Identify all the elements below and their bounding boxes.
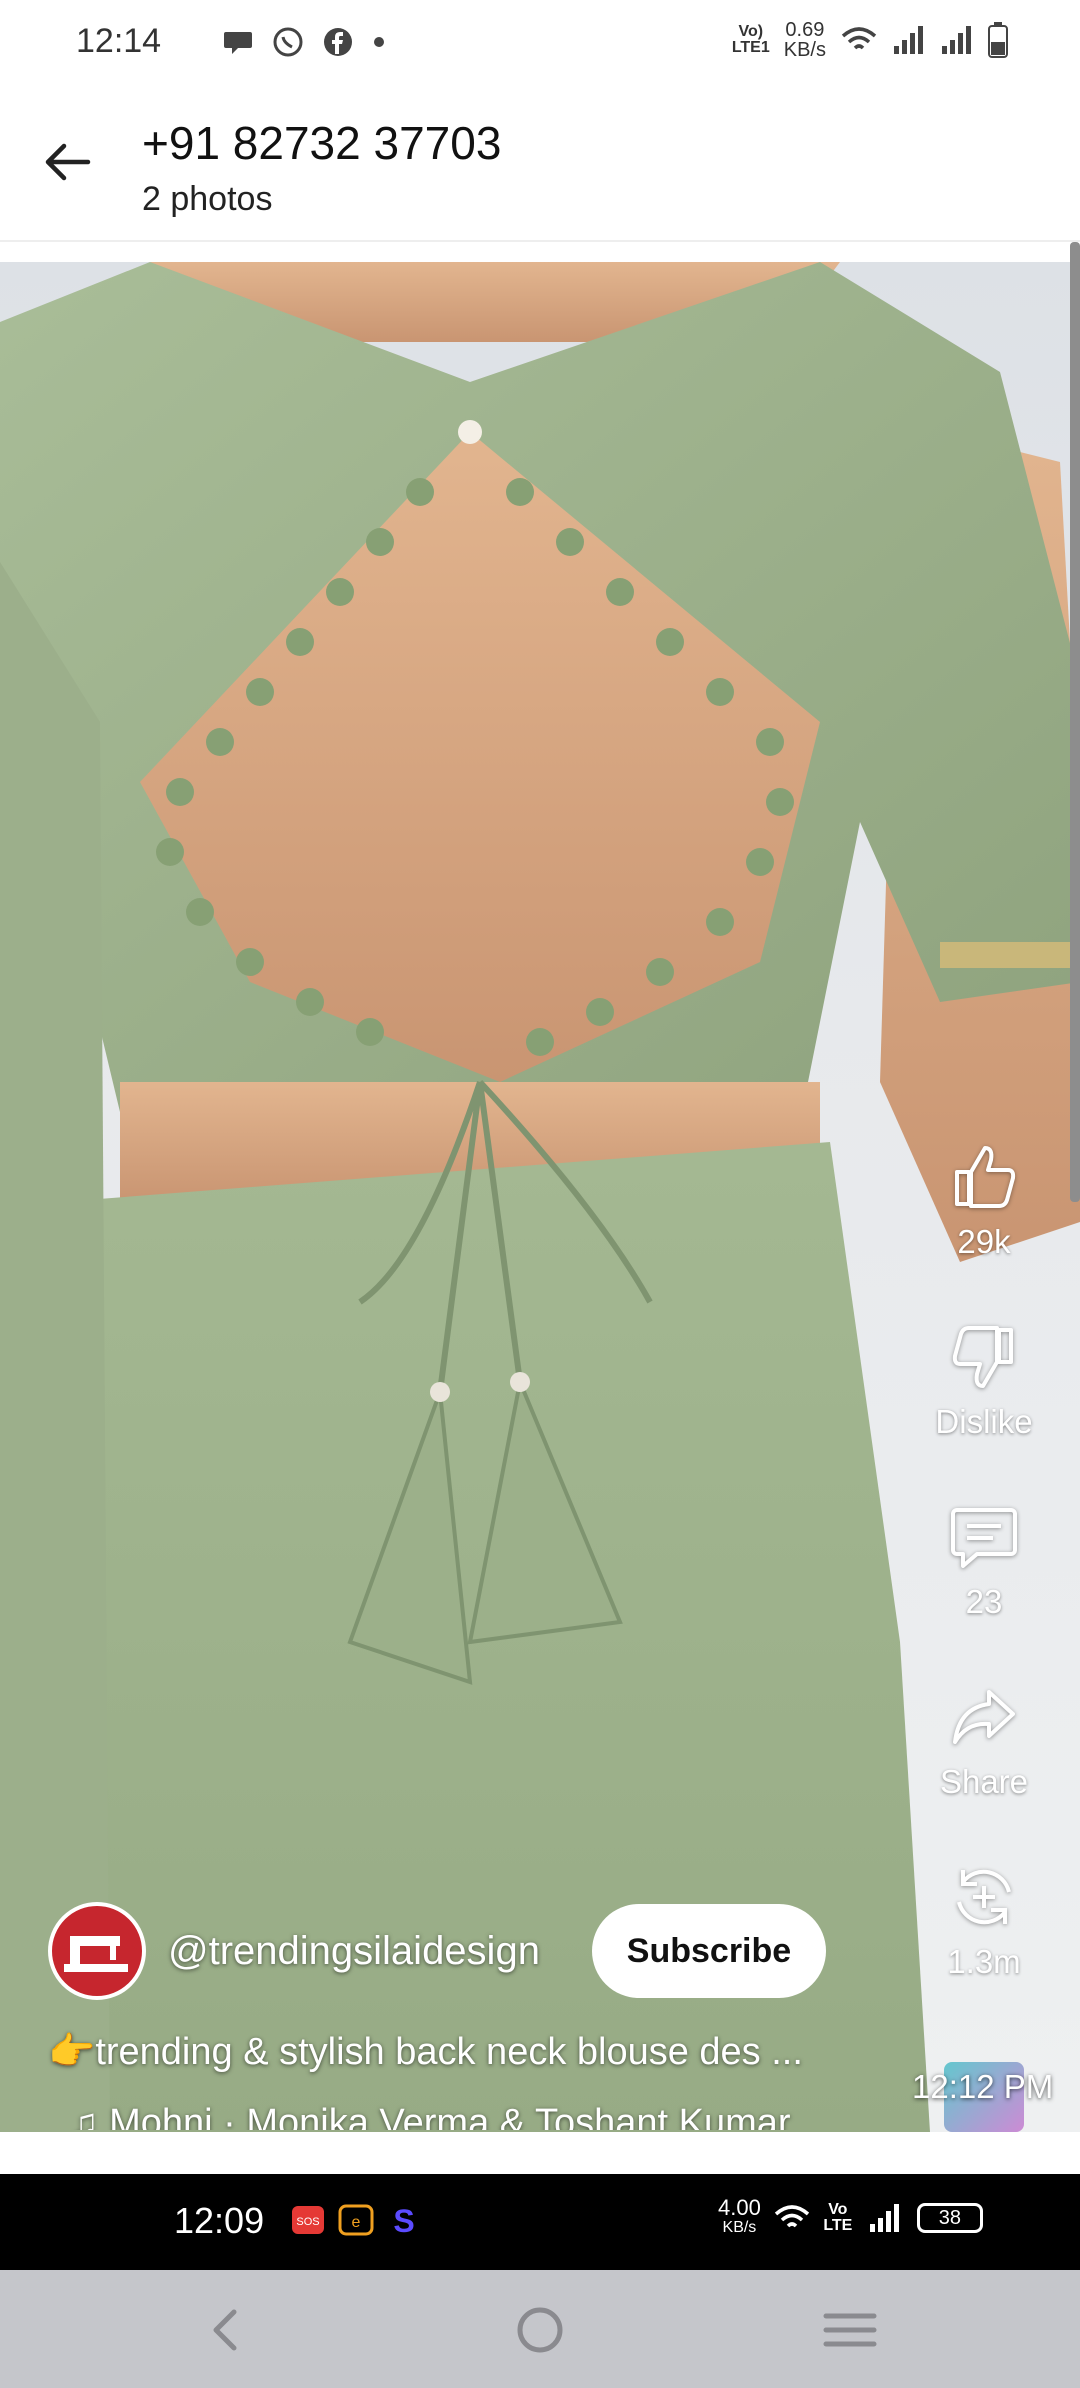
- network-speed: 0.69 KB/s: [783, 19, 826, 61]
- contact-number: +91 82732 37703: [142, 117, 502, 169]
- nav-back-icon[interactable]: [196, 2300, 256, 2360]
- signal-icon-1: [894, 26, 923, 54]
- dislike-label: Dislike: [935, 1403, 1033, 1440]
- status-bar: 12:14 Vo) LTE1 0.69 KB/s: [0, 0, 1080, 86]
- music-note-icon: ♫: [70, 2102, 110, 2130]
- viewer-header: +91 82732 37703 2 photos: [0, 86, 1080, 242]
- volte-label: Vo) LTE1: [731, 23, 770, 56]
- wifi-icon: [841, 27, 877, 50]
- inner-battery: 38: [916, 2203, 983, 2233]
- thumbs-up-icon[interactable]: [949, 1142, 1019, 1212]
- music-track[interactable]: ♫ Mohni · Monika Verma & Toshant Kumar: [70, 2102, 890, 2130]
- video-caption[interactable]: 👉trending & stylish back neck blouse des…: [48, 2030, 803, 2074]
- whatsapp-icon: [273, 27, 303, 57]
- remix-count: 1.3m: [947, 1943, 1021, 1980]
- nav-home-icon[interactable]: [510, 2300, 570, 2360]
- comment-action[interactable]: 23: [914, 1502, 1054, 1621]
- share-action[interactable]: Share: [914, 1682, 1054, 1801]
- facebook-icon: [324, 28, 352, 56]
- subscribe-button[interactable]: Subscribe: [592, 1904, 826, 1998]
- like-count: 29k: [957, 1223, 1011, 1260]
- dot-icon: [374, 37, 384, 47]
- signal-icon-2: [942, 26, 971, 54]
- inner-network-speed: 4.00 KB/s: [718, 2195, 761, 2237]
- status-right: Vo) LTE1 0.69 KB/s: [732, 20, 1008, 60]
- status-time: 12:14: [76, 22, 162, 60]
- app-e-icon: e: [338, 2204, 374, 2236]
- channel-handle[interactable]: @trendingsilaidesign: [168, 1929, 540, 1974]
- share-arrow-icon[interactable]: [949, 1682, 1019, 1752]
- svg-text:e: e: [352, 2214, 361, 2231]
- scrollbar[interactable]: [1070, 242, 1080, 1202]
- remix-icon[interactable]: [949, 1862, 1019, 1932]
- thumbs-down-icon[interactable]: [949, 1322, 1019, 1392]
- inner-app-icons: SOS e S: [290, 2202, 422, 2238]
- nav-recents-icon[interactable]: [820, 2300, 880, 2360]
- comment-icon[interactable]: [949, 1502, 1019, 1572]
- svg-text:SOS: SOS: [296, 2216, 319, 2228]
- inner-wifi-icon: [774, 2205, 809, 2228]
- svg-text:S: S: [393, 2203, 414, 2238]
- inner-volte-label: Vo LTE: [823, 2201, 853, 2234]
- share-label: Share: [939, 1763, 1029, 1800]
- inner-time: 12:09: [174, 2200, 265, 2241]
- sos-icon: SOS: [292, 2206, 324, 2234]
- inner-status-right: 4.00 KB/s Vo LTE 38: [718, 2195, 983, 2238]
- message-timestamp: 12:12 PM: [912, 2068, 1054, 2105]
- navigation-bar: [0, 2270, 1080, 2388]
- chat-bubble-icon: [224, 32, 252, 54]
- inner-status-bar: 12:09 SOS e S 4.00 KB/s Vo LTE 38: [0, 2174, 1080, 2270]
- notification-icons: [222, 26, 386, 58]
- battery-icon: [988, 22, 1008, 58]
- app-s-icon: S: [393, 2203, 414, 2238]
- like-action[interactable]: 29k: [914, 1142, 1054, 1261]
- dislike-action[interactable]: Dislike: [914, 1322, 1054, 1441]
- channel-row: @trendingsilaidesign: [48, 1902, 540, 2000]
- channel-avatar[interactable]: [48, 1902, 146, 2000]
- remix-action[interactable]: 1.3m: [914, 1862, 1054, 1981]
- photo-image[interactable]: 29k Dislike 23 Share 1.3m @trendingsilai…: [0, 262, 1080, 2132]
- photo-count: 2 photos: [142, 180, 273, 218]
- comment-count: 23: [965, 1583, 1003, 1620]
- inner-signal-icon: [869, 2204, 899, 2232]
- sewing-machine-icon: [64, 1936, 128, 1972]
- back-arrow-icon[interactable]: [40, 136, 92, 188]
- music-title: Mohni · Monika Verma & Toshant Kumar: [109, 2102, 791, 2130]
